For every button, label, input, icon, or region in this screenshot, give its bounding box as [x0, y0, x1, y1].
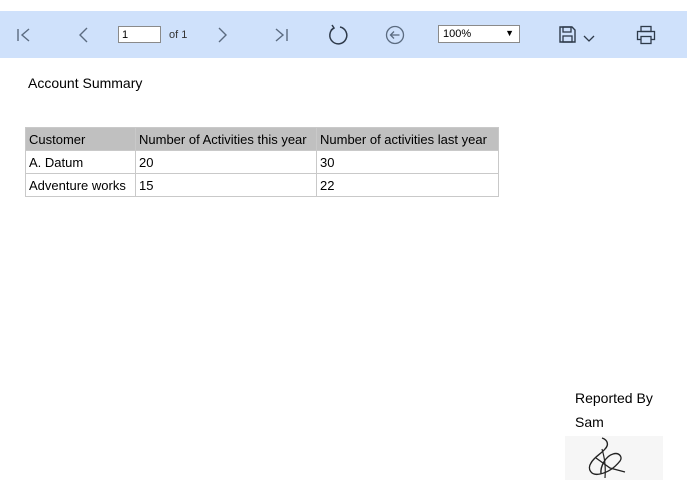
printer-icon	[636, 25, 656, 44]
signature-image	[565, 436, 663, 480]
table-cell-this-year: 20	[135, 150, 317, 174]
table-cell-last-year: 30	[316, 150, 499, 174]
first-page-button[interactable]	[9, 11, 39, 58]
chevron-left-icon	[79, 27, 88, 42]
zoom-select[interactable]: 100% ▼	[438, 25, 520, 43]
table-cell-last-year: 22	[316, 173, 499, 197]
table-header-row: Customer Number of Activities this year …	[25, 127, 499, 151]
column-header-activities-last-year: Number of activities last year	[316, 127, 499, 151]
report-viewer-toolbar: of 1 100% ▼	[0, 11, 687, 58]
first-page-icon	[17, 27, 30, 42]
column-header-customer: Customer	[25, 127, 136, 151]
previous-page-button[interactable]	[69, 11, 99, 58]
table-cell-customer: A. Datum	[25, 150, 136, 174]
table-row: A. Datum 20 30	[25, 150, 499, 174]
table-cell-customer: Adventure works	[25, 173, 136, 197]
dropdown-arrow-icon: ▼	[505, 28, 514, 38]
refresh-icon	[329, 24, 348, 45]
print-button[interactable]	[630, 11, 662, 58]
column-header-activities-this-year: Number of Activities this year	[135, 127, 317, 151]
next-page-button[interactable]	[207, 11, 237, 58]
last-page-icon	[275, 27, 288, 42]
reported-by-label: Reported By	[575, 390, 653, 406]
chevron-right-icon	[218, 27, 227, 42]
account-summary-table: Customer Number of Activities this year …	[25, 127, 499, 197]
report-title: Account Summary	[28, 75, 143, 91]
table-row: Adventure works 15 22	[25, 173, 499, 197]
page-number-input[interactable]	[118, 26, 161, 43]
zoom-value: 100%	[443, 28, 472, 40]
export-button[interactable]	[552, 11, 600, 58]
refresh-button[interactable]	[323, 11, 355, 58]
back-to-parent-button[interactable]	[380, 11, 410, 58]
page-count-label: of 1	[169, 29, 188, 41]
chevron-down-icon	[583, 35, 594, 42]
save-icon	[558, 25, 576, 43]
table-cell-this-year: 15	[135, 173, 317, 197]
back-circle-icon	[385, 25, 405, 44]
reporter-name: Sam	[575, 414, 604, 430]
signature-scribble	[588, 437, 626, 479]
last-page-button[interactable]	[266, 11, 296, 58]
